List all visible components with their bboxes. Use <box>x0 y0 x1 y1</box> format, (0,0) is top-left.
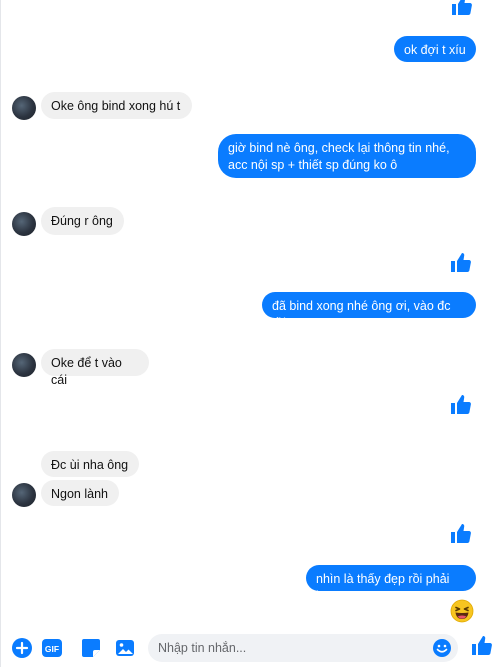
avatar[interactable] <box>12 96 36 120</box>
plus-circle-icon[interactable] <box>11 637 33 659</box>
gif-icon[interactable]: GIF <box>41 637 63 659</box>
outgoing-message: nhìn là thấy đẹp rồi phải ko <box>306 565 476 603</box>
avatar[interactable] <box>12 353 36 377</box>
outgoing-message: giờ bind nè ông, check lại thông tin nhé… <box>218 134 476 178</box>
message-input[interactable] <box>158 641 422 655</box>
outgoing-message: đã bind xong nhé ông ơi, vào đc rồi <box>262 292 476 330</box>
thumbs-up-icon <box>451 395 471 414</box>
avatar[interactable] <box>12 483 36 507</box>
incoming-message: Đc ùi nha ông <box>41 451 139 477</box>
thumbs-up-icon <box>452 0 472 15</box>
message-input-box[interactable] <box>148 634 458 662</box>
incoming-message: Đúng r ông <box>41 207 124 235</box>
gif-label: GIF <box>45 644 59 654</box>
chat-window: ok đợi t xíu Oke ông bind xong hú t giờ … <box>0 0 500 667</box>
thumbs-up-icon <box>451 524 471 543</box>
thumbs-up-icon[interactable] <box>470 634 494 658</box>
incoming-message: Ngon lành <box>41 480 119 506</box>
divider <box>0 0 1 667</box>
smiley-icon[interactable] <box>432 638 452 658</box>
incoming-message: Oke để t vào cái <box>41 349 149 387</box>
thumbs-up-icon <box>451 253 471 272</box>
avatar[interactable] <box>12 212 36 236</box>
sticker-icon[interactable] <box>80 637 102 659</box>
image-icon[interactable] <box>114 637 136 659</box>
incoming-message: Oke ông bind xong hú t <box>41 92 192 119</box>
outgoing-message: ok đợi t xíu <box>394 36 476 62</box>
laughing-emoji-icon <box>450 599 474 623</box>
